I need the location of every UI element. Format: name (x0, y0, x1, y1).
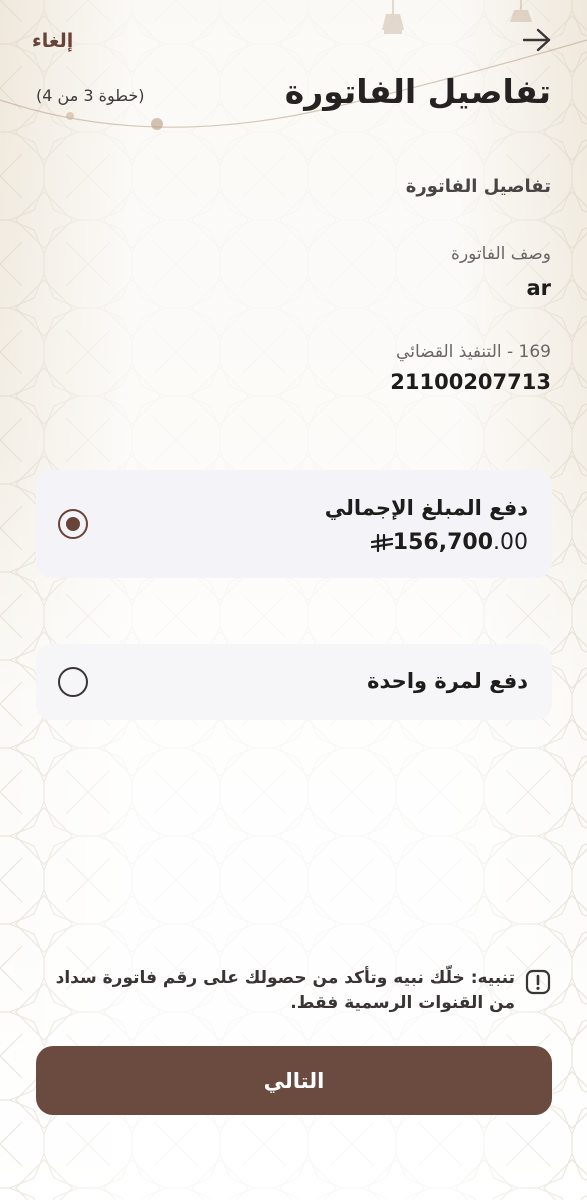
section-title: تفاصيل الفاتورة (405, 176, 551, 197)
bill-description-value: ar (526, 276, 551, 300)
amount-main: 156,700 (392, 530, 493, 555)
page-title: تفاصيل الفاتورة (284, 72, 551, 111)
radio-dot (66, 517, 80, 531)
saudi-riyal-icon (370, 533, 393, 552)
radio-unselected-icon[interactable] (58, 667, 88, 697)
bill-description-label: وصف الفاتورة (451, 244, 551, 264)
pay-total-label: دفع المبلغ الإجمالي (324, 496, 528, 520)
back-arrow-icon[interactable] (521, 26, 553, 54)
pay-total-option[interactable]: دفع المبلغ الإجمالي 156,700.00 (36, 470, 552, 578)
warning-text: تنبيه: خلّك نبيه وتأكد من حصولك على رقم … (55, 968, 515, 1013)
warning-notice: تنبيه: خلّك نبيه وتأكد من حصولك على رقم … (31, 966, 551, 1015)
radio-selected-icon[interactable] (58, 509, 88, 539)
step-indicator: (خطوة 3 من 4) (36, 86, 145, 105)
amount-decimals: .00 (493, 530, 528, 555)
next-button[interactable]: التالي (36, 1046, 552, 1115)
pay-once-label: دفع لمرة واحدة (367, 669, 528, 693)
service-label: 169 - التنفيذ القضائي (396, 342, 551, 362)
total-amount: 156,700.00 (363, 530, 528, 555)
bill-number-value: 21100207713 (390, 370, 551, 394)
cancel-link[interactable]: إلغاء (32, 30, 73, 52)
pay-once-option[interactable]: دفع لمرة واحدة (36, 644, 552, 720)
exclamation-icon (525, 969, 551, 995)
